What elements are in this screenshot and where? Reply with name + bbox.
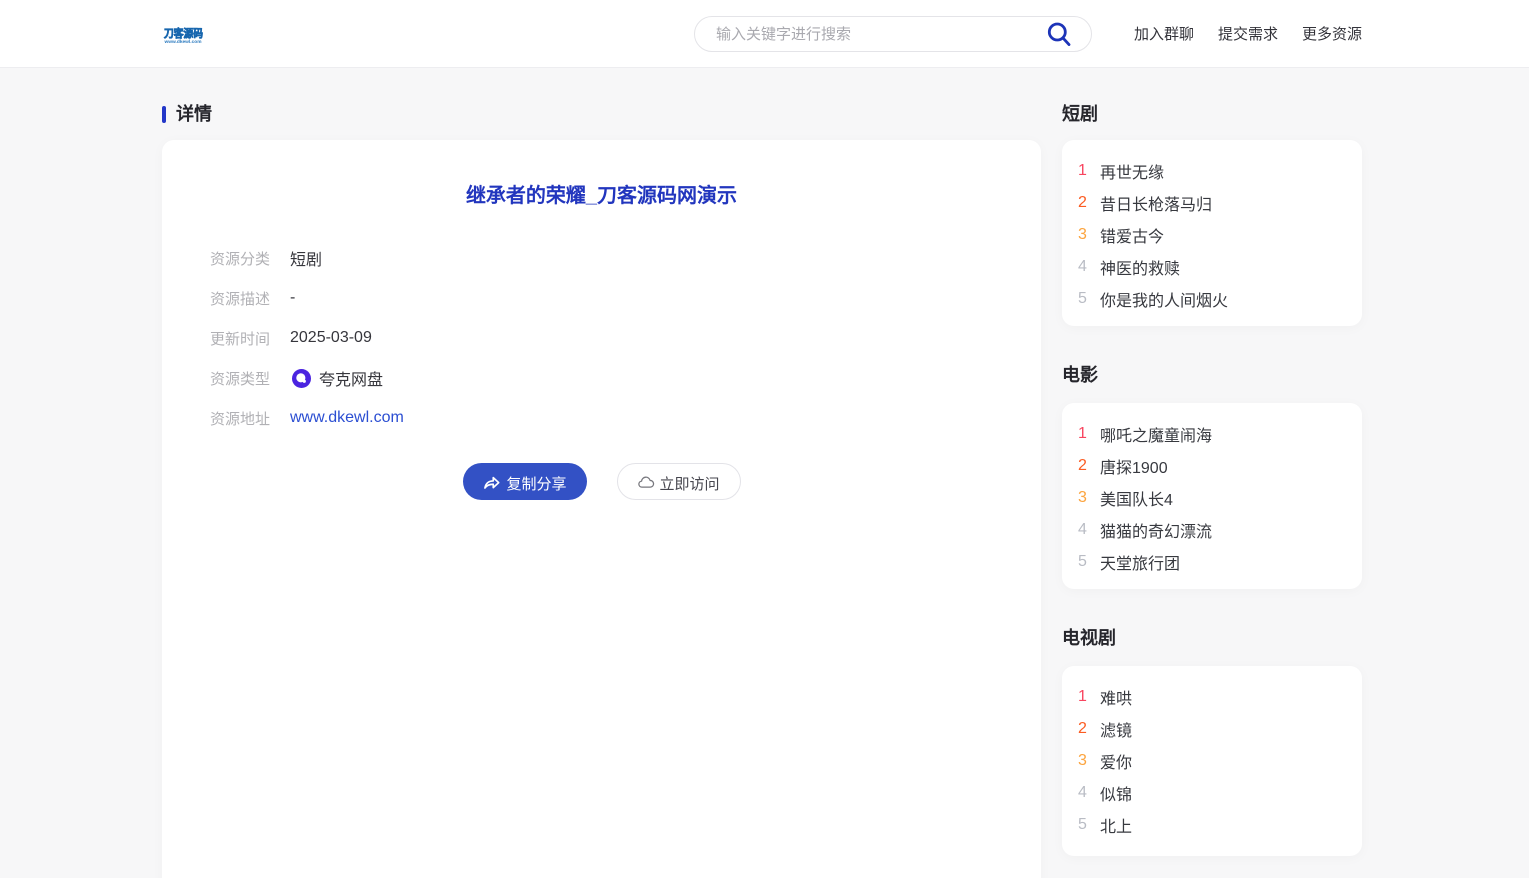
svg-text:www.dkewl.com: www.dkewl.com <box>163 38 201 44</box>
svg-text:刀客源码: 刀客源码 <box>164 27 203 40</box>
